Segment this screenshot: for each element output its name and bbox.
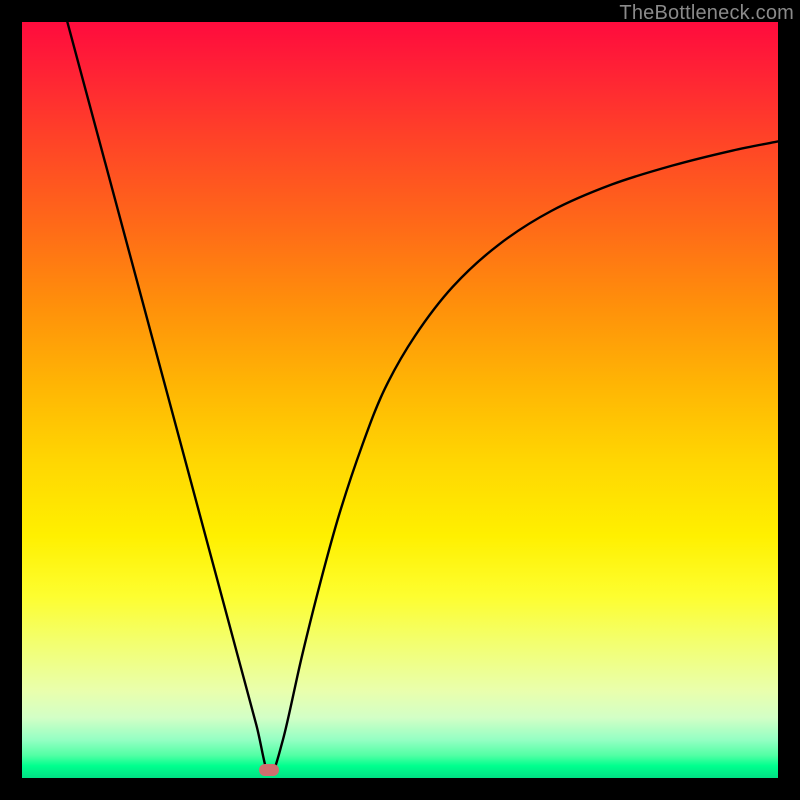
bottleneck-curve — [22, 22, 778, 778]
optimal-point-marker — [259, 764, 279, 776]
plot-area — [22, 22, 778, 778]
chart-frame: TheBottleneck.com — [0, 0, 800, 800]
watermark-text: TheBottleneck.com — [619, 2, 794, 25]
